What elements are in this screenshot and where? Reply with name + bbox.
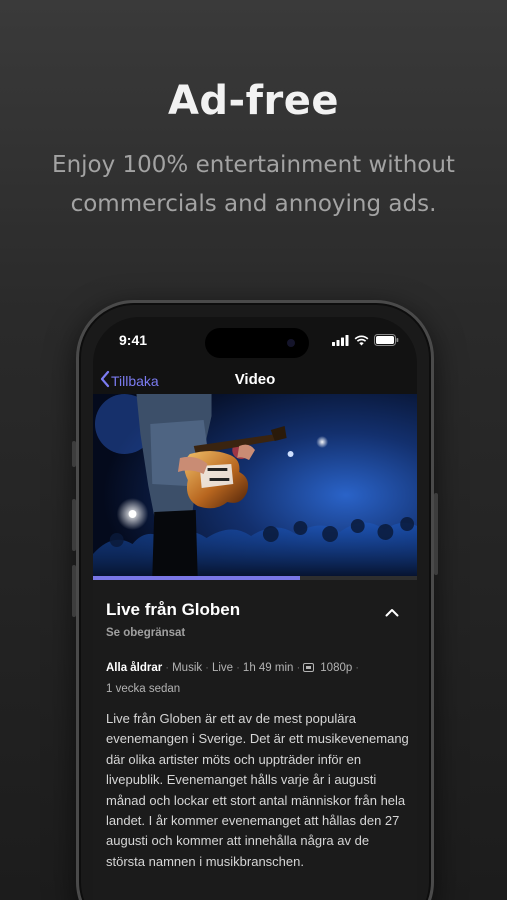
- promo-headline: Ad-free: [167, 78, 340, 124]
- dynamic-island: [205, 328, 309, 358]
- video-player[interactable]: [93, 394, 417, 578]
- battery-icon: [374, 333, 399, 351]
- phone-mockup: 9:41 Tillbaka Video Live från Globen Se …: [72, 300, 438, 900]
- navigation-bar: Tillbaka Video: [93, 367, 417, 395]
- genre-label: Musik: [172, 662, 203, 674]
- video-title: Live från Globen: [106, 600, 241, 619]
- phone-screen: 9:41 Tillbaka Video Live från Globen Se …: [93, 317, 417, 900]
- wifi-icon: [354, 333, 369, 351]
- video-details: Live från Globen Se obegränsat Alla åldr…: [93, 580, 417, 900]
- status-time: 9:41: [119, 332, 148, 348]
- collapse-button[interactable]: [385, 604, 399, 622]
- availability-label: Se obegränsat: [106, 627, 186, 639]
- phone-power-button: [434, 493, 438, 575]
- chevron-up-icon: [385, 604, 399, 621]
- status-bar: 9:41: [93, 317, 417, 361]
- quality-label: 1080p: [320, 662, 353, 674]
- phone-silent-switch: [72, 441, 76, 467]
- age-rating: Alla åldrar: [106, 662, 163, 674]
- concert-thumbnail: [93, 394, 417, 578]
- nav-title: Video: [234, 371, 276, 388]
- type-label: Live: [211, 662, 234, 674]
- phone-volume-down: [72, 565, 76, 617]
- phone-volume-up: [72, 499, 76, 551]
- published-label: 1 vecka sedan: [106, 683, 181, 695]
- signal-icon: [332, 333, 349, 351]
- video-metadata: Alla åldrar · Musik · Live · 1h 49 min · 1080p · …: [106, 662, 360, 695]
- video-description: Live från Globen är ett av de mest popul…: [106, 711, 409, 869]
- duration-label: 1h 49 min: [242, 662, 294, 674]
- hd-icon: [303, 663, 315, 672]
- promo-subtitle: Enjoy 100% entertainment without commerc…: [52, 152, 455, 217]
